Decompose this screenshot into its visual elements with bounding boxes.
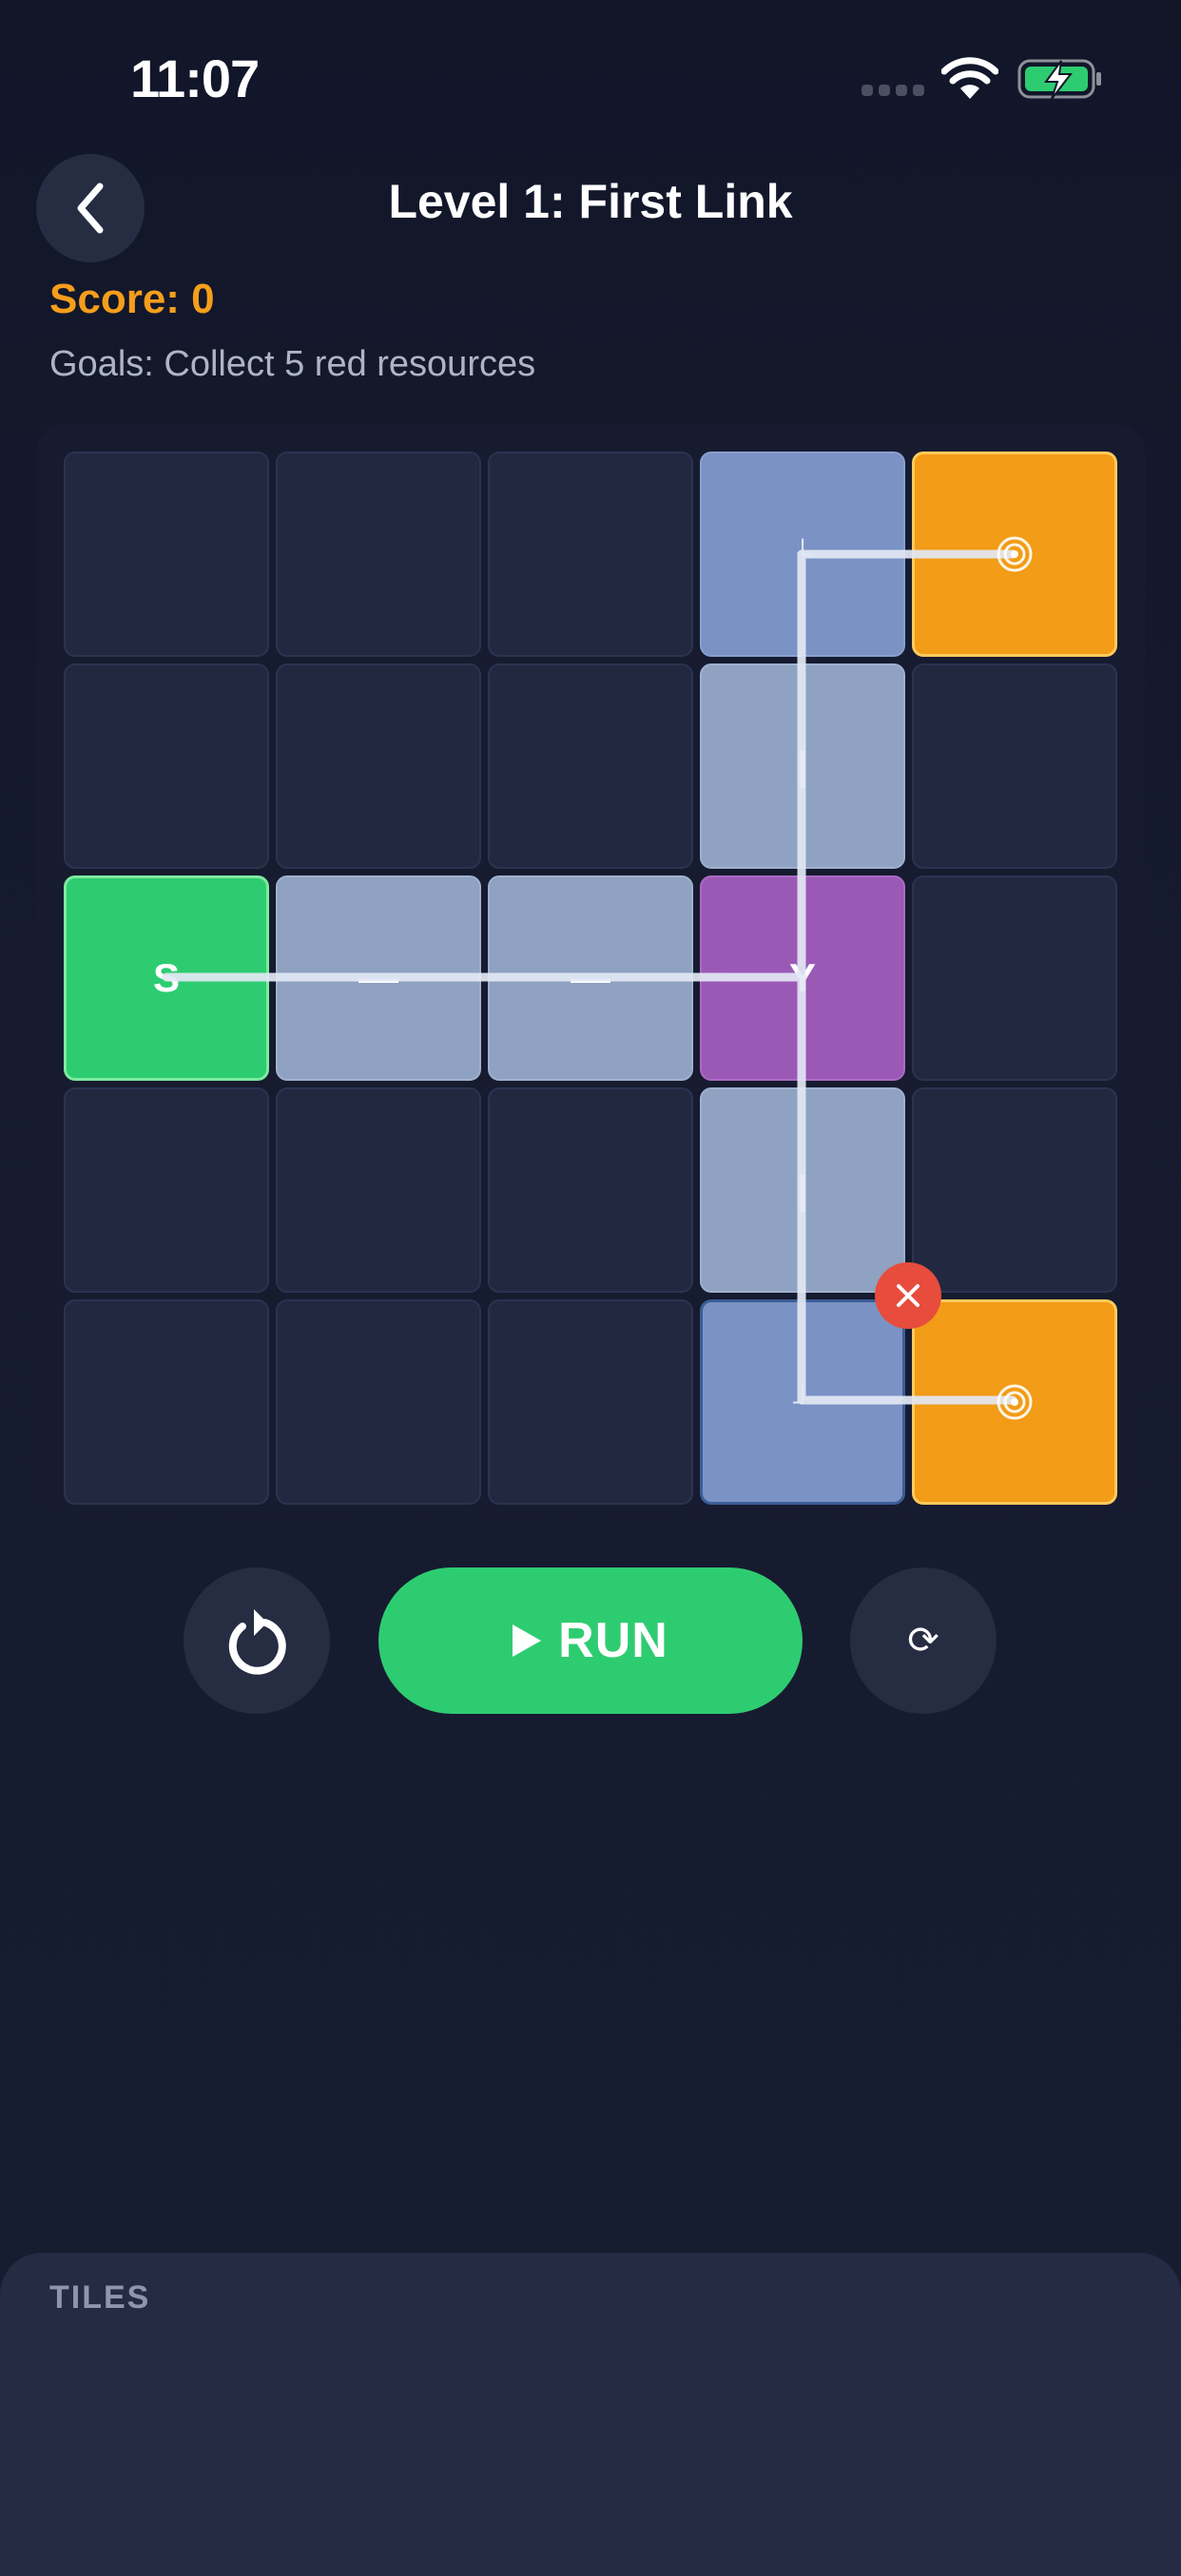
empty-cell[interactable] [488, 452, 693, 657]
empty-cell[interactable] [488, 1299, 693, 1505]
rotate-icon: ⟳ [907, 1620, 939, 1662]
tile-label: Y [788, 955, 816, 1000]
corner-tile[interactable]: └ [700, 452, 905, 657]
tile-label: — [571, 955, 610, 1000]
run-label: RUN [558, 1613, 668, 1668]
empty-cell[interactable] [912, 1087, 1117, 1293]
empty-cell[interactable] [912, 875, 1117, 1081]
start-tile[interactable]: S [64, 875, 269, 1081]
empty-cell[interactable] [64, 1087, 269, 1293]
split-tile[interactable]: Y [700, 875, 905, 1081]
cellular-signal-icon [862, 85, 924, 96]
empty-cell[interactable] [488, 663, 693, 869]
tiles-tray: TILES [0, 2253, 1181, 2576]
empty-cell[interactable] [488, 1087, 693, 1293]
empty-cell[interactable] [276, 1087, 481, 1293]
empty-cell[interactable] [276, 452, 481, 657]
goals-label: Goals: Collect 5 red resources [49, 344, 536, 384]
remove-tile-button[interactable] [875, 1262, 941, 1329]
target-icon [997, 1384, 1033, 1420]
empty-cell[interactable] [64, 663, 269, 869]
undo-icon [228, 1609, 286, 1675]
empty-cell[interactable] [276, 663, 481, 869]
tile-label: | [797, 743, 808, 788]
battery-charging-icon [1017, 59, 1101, 100]
empty-cell[interactable] [64, 1299, 269, 1505]
corner-tile[interactable]: ┘ [700, 1299, 905, 1505]
undo-button[interactable] [184, 1567, 330, 1714]
empty-cell[interactable] [276, 1299, 481, 1505]
level-title: Level 1: First Link [388, 175, 793, 228]
tile-label: | [797, 1167, 808, 1212]
target-icon [997, 536, 1033, 572]
tiles-tray-title: TILES [49, 2279, 151, 2316]
straight-vertical-tile[interactable]: | [700, 663, 905, 869]
close-icon [897, 1284, 920, 1307]
run-button[interactable]: RUN [378, 1567, 803, 1714]
rotate-button[interactable]: ⟳ [850, 1567, 997, 1714]
tile-label: └ [793, 539, 812, 568]
empty-cell[interactable] [912, 663, 1117, 869]
wifi-icon [941, 57, 998, 99]
tile-label: S [152, 955, 180, 1000]
empty-cell[interactable] [64, 452, 269, 657]
straight-horizontal-tile[interactable]: — [276, 875, 481, 1081]
tile-label: ┘ [793, 1387, 812, 1416]
straight-vertical-tile[interactable]: | [700, 1087, 905, 1293]
play-icon [513, 1624, 542, 1657]
straight-horizontal-tile[interactable]: — [488, 875, 693, 1081]
status-time: 11:07 [130, 48, 260, 108]
tile-label: — [358, 955, 398, 1000]
score-label: Score: 0 [49, 276, 215, 322]
status-bar: 11:07 [0, 0, 1181, 152]
